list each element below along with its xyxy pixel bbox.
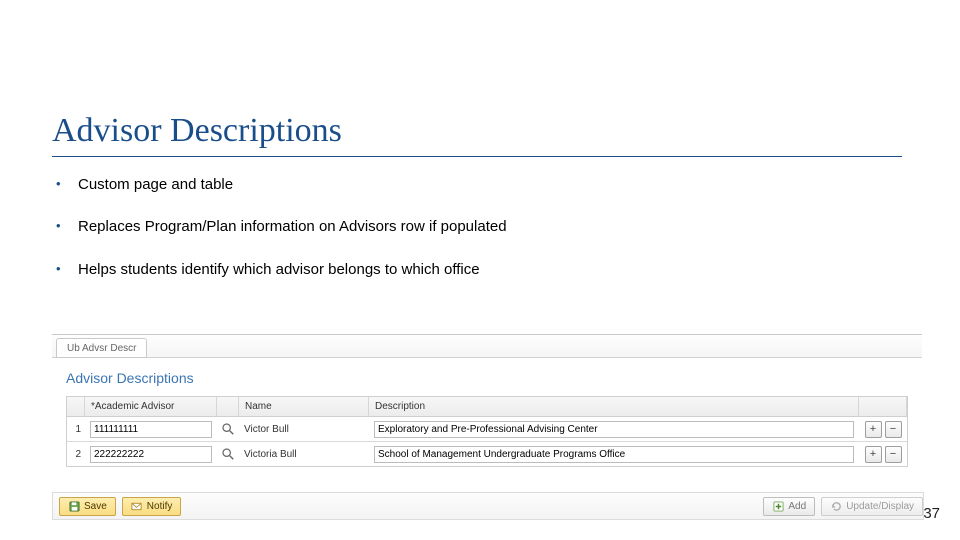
table-row: 1 Victor Bull + −: [67, 417, 907, 442]
section-heading: Advisor Descriptions: [66, 370, 908, 386]
plus-icon: [772, 500, 784, 512]
advisor-grid: *Academic Advisor Name Description 1 Vic…: [66, 396, 908, 467]
bullet-item: Custom page and table: [52, 175, 612, 195]
add-label: Add: [788, 501, 806, 512]
description-input[interactable]: [374, 446, 854, 463]
notify-label: Notify: [147, 501, 173, 512]
col-description: Description: [369, 397, 859, 416]
notify-button[interactable]: Notify: [122, 497, 182, 516]
refresh-icon: [830, 500, 842, 512]
add-row-button[interactable]: +: [865, 446, 882, 463]
bullet-item: Replaces Program/Plan information on Adv…: [52, 217, 612, 237]
advisor-name: Victor Bull: [239, 422, 369, 437]
row-number: 1: [67, 422, 85, 437]
bullet-list: Custom page and table Replaces Program/P…: [52, 175, 612, 302]
tab-ub-advsr-descr[interactable]: Ub Advsr Descr: [56, 338, 147, 358]
action-bar: Save Notify Add Update/Display: [52, 492, 924, 520]
advisor-name: Victoria Bull: [239, 447, 369, 462]
table-row: 2 Victoria Bull + −: [67, 442, 907, 466]
col-name: Name: [239, 397, 369, 416]
bullet-item: Helps students identify which advisor be…: [52, 260, 612, 280]
row-number: 2: [67, 447, 85, 462]
col-academic-advisor: *Academic Advisor: [85, 397, 217, 416]
description-input[interactable]: [374, 421, 854, 438]
save-button[interactable]: Save: [59, 497, 116, 516]
app-screenshot: Ub Advsr Descr Advisor Descriptions *Aca…: [52, 334, 922, 467]
magnifier-icon[interactable]: [221, 422, 235, 436]
save-label: Save: [84, 501, 107, 512]
update-display-button[interactable]: Update/Display: [821, 497, 923, 516]
delete-row-button[interactable]: −: [885, 446, 902, 463]
grid-header: *Academic Advisor Name Description: [67, 397, 907, 417]
delete-row-button[interactable]: −: [885, 421, 902, 438]
app-tabbar: Ub Advsr Descr: [52, 335, 922, 358]
envelope-icon: [131, 500, 143, 512]
magnifier-icon[interactable]: [221, 447, 235, 461]
update-display-label: Update/Display: [846, 501, 914, 512]
page-title: Advisor Descriptions: [52, 112, 902, 157]
advisor-id-input[interactable]: [90, 446, 212, 463]
floppy-icon: [68, 500, 80, 512]
page-number: 37: [923, 505, 940, 522]
advisor-id-input[interactable]: [90, 421, 212, 438]
add-button[interactable]: Add: [763, 497, 815, 516]
add-row-button[interactable]: +: [865, 421, 882, 438]
